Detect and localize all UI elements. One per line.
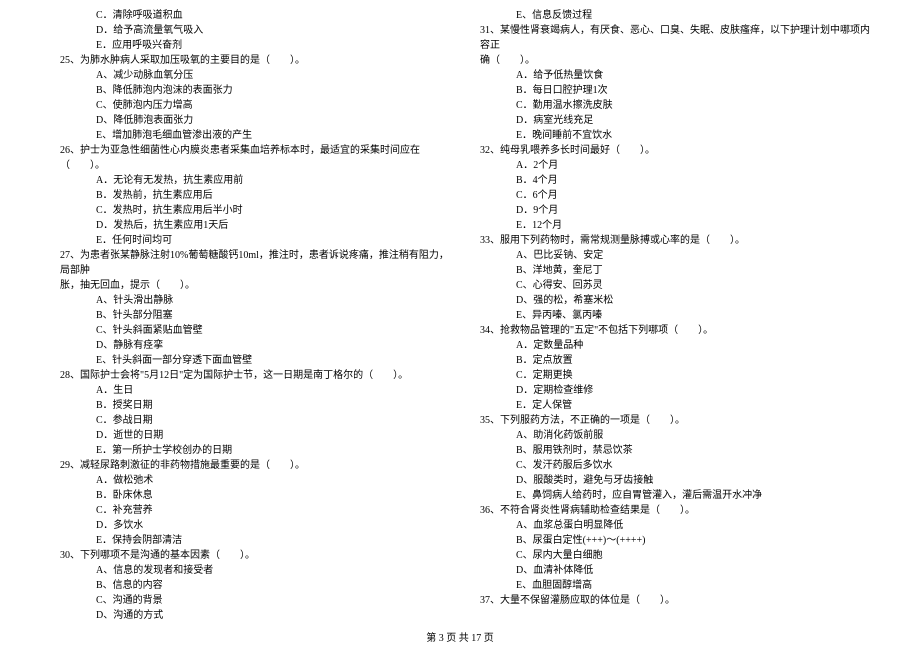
option-text: A、助消化药饭前服 xyxy=(468,428,872,443)
option-text: D．定期检查维修 xyxy=(468,383,872,398)
option-text: D、强的松，希塞米松 xyxy=(468,293,872,308)
option-text: D．给予高流量氧气吸入 xyxy=(48,23,452,38)
option-text: E．第一所护士学校创办的日期 xyxy=(48,443,452,458)
option-text: A、针头滑出静脉 xyxy=(48,293,452,308)
option-text: E、异丙嗪、氯丙嗪 xyxy=(468,308,872,323)
option-text: B．授奖日期 xyxy=(48,398,452,413)
option-text: C．发热时，抗生素应用后半小时 xyxy=(48,203,452,218)
option-text: B、尿蛋白定性(+++)～(++++) xyxy=(468,533,872,548)
option-text: E．应用呼吸兴奋剂 xyxy=(48,38,452,53)
option-text: C．6个月 xyxy=(468,188,872,203)
left-column: C．清除呼吸道积血D．给予高流量氧气吸入E．应用呼吸兴奋剂25、为肺水肿病人采取… xyxy=(40,8,460,623)
option-text: E．晚间睡前不宜饮水 xyxy=(468,128,872,143)
question-text: 36、不符合肾炎性肾病辅助检查结果是（ ）。 xyxy=(468,503,872,518)
question-text: 26、护士为亚急性细菌性心内膜炎患者采集血培养标本时，最适宜的采集时间应在（ ）… xyxy=(48,143,452,173)
option-text: C、针头斜面紧贴血管壁 xyxy=(48,323,452,338)
option-text: C、心得安、回苏灵 xyxy=(468,278,872,293)
option-text: E、增加肺泡毛细血管渗出液的产生 xyxy=(48,128,452,143)
question-text: 32、纯母乳喂养多长时间最好（ ）。 xyxy=(468,143,872,158)
option-text: A．2个月 xyxy=(468,158,872,173)
question-text: 33、服用下列药物时，需常规测量脉搏或心率的是（ ）。 xyxy=(468,233,872,248)
option-text: A．做松弛术 xyxy=(48,473,452,488)
option-text: A、信息的发现者和接受者 xyxy=(48,563,452,578)
option-text: B、信息的内容 xyxy=(48,578,452,593)
option-text: C、使肺泡内压力增高 xyxy=(48,98,452,113)
question-text: 胀，抽无回血，提示（ ）。 xyxy=(48,278,452,293)
option-text: B．4个月 xyxy=(468,173,872,188)
option-text: B．定点放置 xyxy=(468,353,872,368)
question-text: 34、抢救物品管理的"五定"不包括下列哪项（ ）。 xyxy=(468,323,872,338)
question-text: 28、国际护士会将"5月12日"定为国际护士节，这一日期是南丁格尔的（ ）。 xyxy=(48,368,452,383)
right-column: E、信息反馈过程31、某慢性肾衰竭病人，有厌食、恶心、口臭、失眠、皮肤瘙痒，以下… xyxy=(460,8,880,623)
option-text: B、降低肺泡内泡沫的表面张力 xyxy=(48,83,452,98)
option-text: E、针头斜面一部分穿透下面血管壁 xyxy=(48,353,452,368)
option-text: C、沟通的背景 xyxy=(48,593,452,608)
option-text: D、血清补体降低 xyxy=(468,563,872,578)
option-text: D、降低肺泡表面张力 xyxy=(48,113,452,128)
question-text: 确（ ）。 xyxy=(468,53,872,68)
question-text: 25、为肺水肿病人采取加压吸氧的主要目的是（ ）。 xyxy=(48,53,452,68)
question-text: 35、下列服药方法，不正确的一项是（ ）。 xyxy=(468,413,872,428)
option-text: E．保持会阴部清洁 xyxy=(48,533,452,548)
option-text: C．补充营养 xyxy=(48,503,452,518)
question-text: 30、下列哪项不是沟通的基本因素（ ）。 xyxy=(48,548,452,563)
option-text: B、服用铁剂时，禁忌饮茶 xyxy=(468,443,872,458)
option-text: A、减少动脉血氧分压 xyxy=(48,68,452,83)
option-text: E．任何时间均可 xyxy=(48,233,452,248)
option-text: D．发热后，抗生素应用1天后 xyxy=(48,218,452,233)
exam-page: C．清除呼吸道积血D．给予高流量氧气吸入E．应用呼吸兴奋剂25、为肺水肿病人采取… xyxy=(0,0,920,631)
option-text: A．给予低热量饮食 xyxy=(468,68,872,83)
option-text: C．定期更换 xyxy=(468,368,872,383)
option-text: C．勤用温水擦洗皮肤 xyxy=(468,98,872,113)
option-text: D、沟通的方式 xyxy=(48,608,452,623)
option-text: B．卧床休息 xyxy=(48,488,452,503)
option-text: C、发汗药服后多饮水 xyxy=(468,458,872,473)
option-text: D．多饮水 xyxy=(48,518,452,533)
option-text: D、服酸类时，避免与牙齿接触 xyxy=(468,473,872,488)
option-text: B．每日口腔护理1次 xyxy=(468,83,872,98)
option-text: E、血胆固醇增高 xyxy=(468,578,872,593)
option-text: B．发热前，抗生素应用后 xyxy=(48,188,452,203)
option-text: A、巴比妥钠、安定 xyxy=(468,248,872,263)
option-text: D．逝世的日期 xyxy=(48,428,452,443)
option-text: A．定数量品种 xyxy=(468,338,872,353)
option-text: A．无论有无发热，抗生素应用前 xyxy=(48,173,452,188)
option-text: C．参战日期 xyxy=(48,413,452,428)
page-footer: 第 3 页 共 17 页 xyxy=(0,629,920,644)
option-text: E．12个月 xyxy=(468,218,872,233)
question-text: 29、减轻尿路刺激征的非药物措施最重要的是（ ）。 xyxy=(48,458,452,473)
question-text: 27、为患者张某静脉注射10%葡萄糖酸钙10ml，推注时，患者诉说疼痛，推注稍有… xyxy=(48,248,452,278)
option-text: D．9个月 xyxy=(468,203,872,218)
option-text: A、血浆总蛋白明显降低 xyxy=(468,518,872,533)
option-text: D．病室光线充足 xyxy=(468,113,872,128)
option-text: B、洋地黄，奎尼丁 xyxy=(468,263,872,278)
option-text: B、针头部分阻塞 xyxy=(48,308,452,323)
option-text: E、鼻饲病人给药时，应自胃管灌入，灌后需温开水冲净 xyxy=(468,488,872,503)
option-text: A．生日 xyxy=(48,383,452,398)
option-text: E．定人保管 xyxy=(468,398,872,413)
option-text: D、静脉有痉挛 xyxy=(48,338,452,353)
option-text: C．清除呼吸道积血 xyxy=(48,8,452,23)
question-text: 31、某慢性肾衰竭病人，有厌食、恶心、口臭、失眠、皮肤瘙痒，以下护理计划中哪项内… xyxy=(468,23,872,53)
question-text: 37、大量不保留灌肠应取的体位是（ ）。 xyxy=(468,593,872,608)
option-text: C、尿内大量白细胞 xyxy=(468,548,872,563)
option-text: E、信息反馈过程 xyxy=(468,8,872,23)
